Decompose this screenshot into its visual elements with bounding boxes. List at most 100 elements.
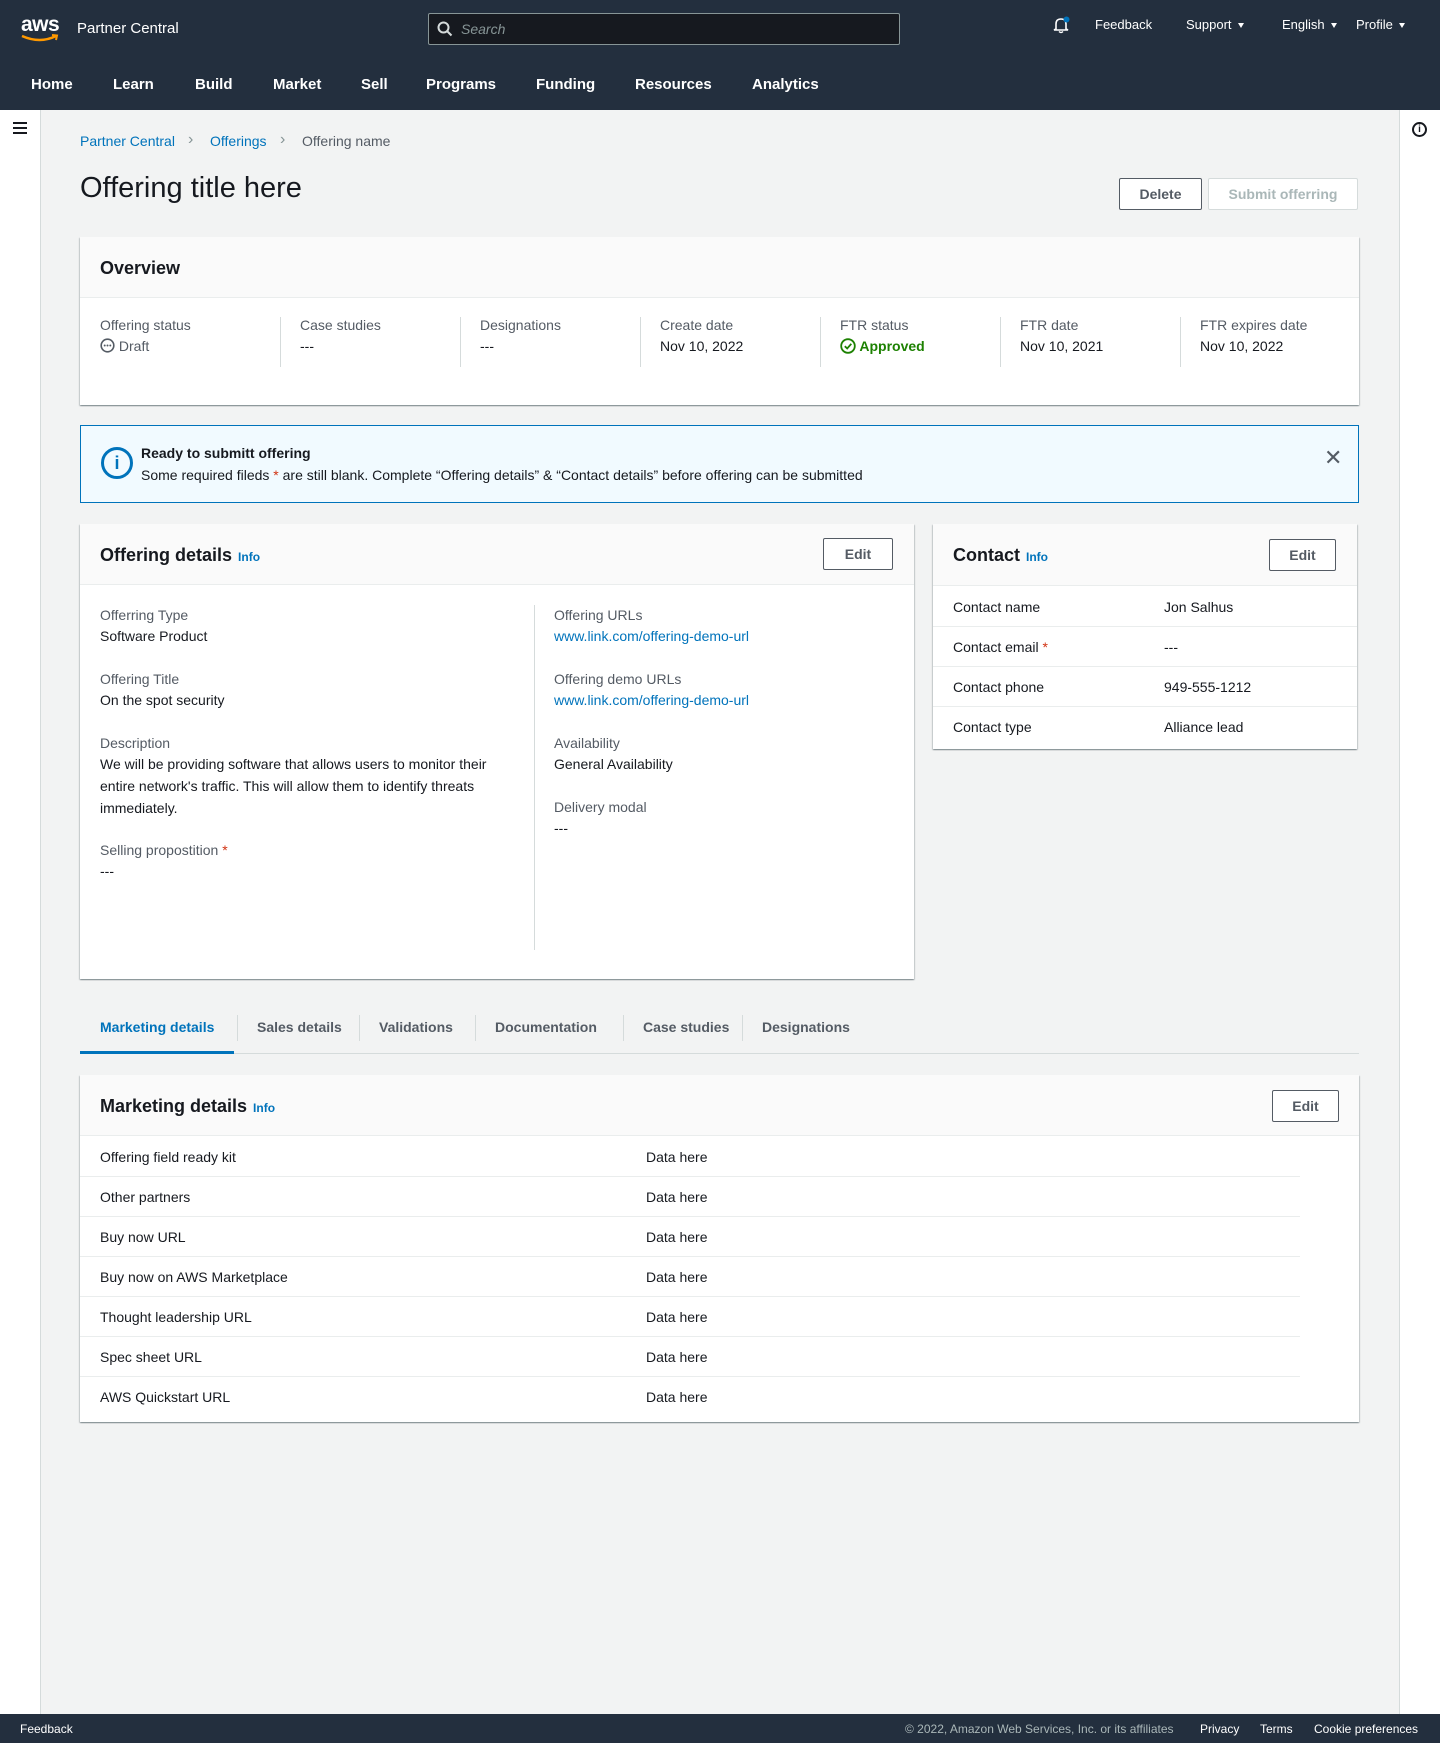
language-menu[interactable]: English xyxy=(1282,17,1337,32)
case-studies: Case studies --- xyxy=(300,317,381,367)
breadcrumb-offerings-link[interactable]: Offerings xyxy=(210,133,267,149)
nav-learn[interactable]: Learn xyxy=(113,76,154,93)
description-field: Description We will be providing softwar… xyxy=(100,735,500,819)
tab-validations[interactable]: Validations xyxy=(359,1007,473,1054)
delivery-model-value: --- xyxy=(554,820,568,836)
support-menu[interactable]: Support xyxy=(1186,17,1244,32)
breadcrumb-offerings[interactable]: Offerings xyxy=(210,133,267,149)
breadcrumb-partner-central-link[interactable]: Partner Central xyxy=(80,133,175,149)
marketing-field-label: AWS Quickstart URL xyxy=(100,1389,231,1405)
info-icon[interactable]: i xyxy=(1412,122,1427,137)
notifications-bell-icon[interactable] xyxy=(1052,16,1070,34)
feedback-link[interactable]: Feedback xyxy=(1095,17,1152,32)
tab-documentation[interactable]: Documentation xyxy=(475,1007,617,1054)
success-check-icon xyxy=(840,338,856,354)
search-box[interactable] xyxy=(428,13,900,45)
marketing-details-heading: Marketing details Info xyxy=(100,1096,275,1117)
offering-type-value: Software Product xyxy=(100,628,208,644)
nav-home[interactable]: Home xyxy=(31,76,73,93)
marketing-details-title: Marketing details xyxy=(100,1096,248,1116)
selling-proposition-label-text: Selling propostition xyxy=(100,842,219,858)
footer-cookie-preferences-link[interactable]: Cookie preferences xyxy=(1314,1722,1418,1736)
footer-feedback-link[interactable]: Feedback xyxy=(20,1722,73,1736)
tab-sales-details[interactable]: Sales details xyxy=(237,1007,362,1054)
offering-details-edit-button[interactable]: Edit xyxy=(823,538,893,570)
nav-sell[interactable]: Sell xyxy=(361,76,388,93)
nav-market[interactable]: Market xyxy=(273,76,321,93)
breadcrumb-partner-central[interactable]: Partner Central xyxy=(80,133,175,149)
tab-marketing-details[interactable]: Marketing details xyxy=(80,1007,235,1054)
offering-details-card: Offering details Info Edit Offerring Type… xyxy=(80,524,914,979)
ftr-date-value: Nov 10, 2021 xyxy=(1020,338,1104,354)
brand-name[interactable]: Partner Central xyxy=(77,20,179,37)
offering-details-header: Offering details Info xyxy=(80,524,914,585)
aws-logo[interactable]: aws xyxy=(21,14,61,44)
search-input[interactable] xyxy=(461,19,881,39)
offering-title-field: Offering Title On the spot security xyxy=(100,671,225,711)
contact-row: Contact name Jon Salhus xyxy=(933,587,1357,627)
nav-funding[interactable]: Funding xyxy=(536,76,595,93)
divider xyxy=(1180,317,1181,367)
delivery-model-label: Delivery modal xyxy=(554,799,647,815)
offering-details-title: Offering details xyxy=(100,545,233,565)
offering-status-text: Draft xyxy=(118,338,150,354)
contact-title: Contact xyxy=(953,545,1020,565)
delete-button[interactable]: Delete xyxy=(1119,178,1202,210)
create-date-label: Create date xyxy=(660,317,734,333)
profile-menu[interactable]: Profile xyxy=(1356,17,1405,32)
marketing-field-label: Buy now on AWS Marketplace xyxy=(100,1269,288,1285)
breadcrumb-current: Offering name xyxy=(302,133,391,149)
availability-value: General Availability xyxy=(554,756,673,772)
offering-demo-url-link[interactable]: www.link.com/offering-demo-url xyxy=(554,692,749,708)
top-utility-row: aws Partner Central Feedback Support Eng… xyxy=(0,0,1440,58)
offering-details-info-link[interactable]: Info xyxy=(238,550,260,564)
selling-proposition-field: Selling propostition * --- xyxy=(100,842,228,882)
footer-terms-link[interactable]: Terms xyxy=(1260,1722,1293,1736)
aws-logo-text: aws xyxy=(21,13,60,36)
nav-analytics[interactable]: Analytics xyxy=(752,76,819,93)
contact-card: Contact Info Edit Contact name Jon Salhus… xyxy=(933,524,1357,749)
footer-privacy-link[interactable]: Privacy xyxy=(1200,1722,1239,1736)
marketing-details-info-link[interactable]: Info xyxy=(253,1101,275,1115)
marketing-field-label: Offering field ready kit xyxy=(100,1149,236,1165)
marketing-field-value: Data here xyxy=(646,1229,708,1245)
contact-phone-value: 949-555-1212 xyxy=(1164,679,1252,695)
ftr-date-label: FTR date xyxy=(1020,317,1079,333)
menu-icon[interactable] xyxy=(13,122,27,134)
create-date-value: Nov 10, 2022 xyxy=(660,338,744,354)
divider xyxy=(640,317,641,367)
nav-resources[interactable]: Resources xyxy=(635,76,712,93)
chevron-right-icon: › xyxy=(188,131,194,148)
nav-programs[interactable]: Programs xyxy=(426,76,496,93)
tab-designations[interactable]: Designations xyxy=(742,1007,870,1054)
selling-proposition-value: --- xyxy=(100,863,114,879)
offering-details-heading: Offering details Info xyxy=(100,545,260,566)
contact-info-link[interactable]: Info xyxy=(1026,550,1048,564)
marketing-details-card: Marketing details Info Edit Offering fiel… xyxy=(80,1075,1359,1422)
marketing-field-label: Spec sheet URL xyxy=(100,1349,202,1365)
contact-edit-button[interactable]: Edit xyxy=(1269,539,1336,571)
required-asterisk: * xyxy=(222,842,228,858)
offering-url-link[interactable]: www.link.com/offering-demo-url xyxy=(554,628,749,644)
ftr-status-text: Approved xyxy=(859,338,925,354)
availability-field: Availability General Availability xyxy=(554,735,673,775)
divider xyxy=(280,317,281,367)
ftr-expires-date-label: FTR expires date xyxy=(1200,317,1308,333)
create-date: Create date Nov 10, 2022 xyxy=(660,317,743,367)
submit-offering-button[interactable]: Submit offerring xyxy=(1208,178,1358,210)
ftr-date: FTR date Nov 10, 2021 xyxy=(1020,317,1103,367)
marketing-details-edit-button[interactable]: Edit xyxy=(1272,1090,1339,1122)
tab-case-studies[interactable]: Case studies xyxy=(623,1007,749,1054)
selling-proposition-label: Selling propostition * xyxy=(100,842,228,858)
close-icon[interactable]: ✕ xyxy=(1324,447,1342,469)
contact-type-value: Alliance lead xyxy=(1164,719,1244,735)
contact-email-label: Contact email * xyxy=(953,639,1048,655)
offering-status-value: Draft xyxy=(100,338,191,354)
offering-status: Offering status Draft xyxy=(100,317,191,367)
designations: Designations --- xyxy=(480,317,561,367)
contact-email-value: --- xyxy=(1164,639,1178,655)
offering-type-field: Offerring Type Software Product xyxy=(100,607,207,647)
ftr-status-label: FTR status xyxy=(840,317,909,333)
nav-build[interactable]: Build xyxy=(195,76,233,93)
offering-title-label: Offering Title xyxy=(100,671,180,687)
